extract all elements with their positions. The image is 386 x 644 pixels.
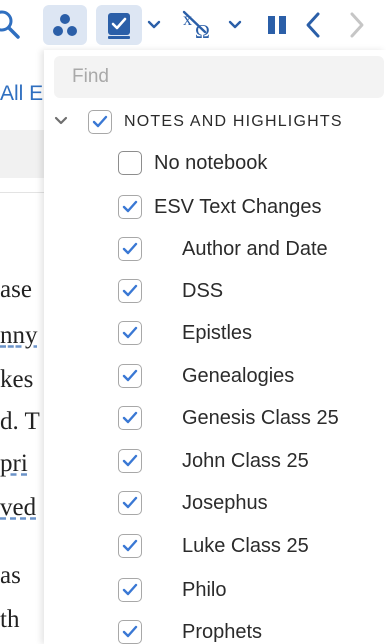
notebook-item[interactable]: Genesis Class 25: [118, 402, 339, 434]
document-line: pri: [0, 450, 28, 477]
notebook-item[interactable]: DSS: [118, 275, 223, 307]
notebook-checkbox[interactable]: [118, 364, 142, 388]
notebook-item[interactable]: John Class 25: [118, 445, 309, 477]
visual-filters-icon[interactable]: [43, 5, 87, 45]
notebook-checkbox[interactable]: [118, 534, 142, 558]
interlinear-icon[interactable]: x Ω: [180, 6, 218, 44]
notes-highlights-icon[interactable]: [96, 5, 142, 45]
notebook-label: ESV Text Changes: [154, 195, 322, 218]
notebook-label: John Class 25: [182, 449, 309, 472]
chevron-down-icon[interactable]: [225, 14, 245, 36]
notebook-checkbox[interactable]: [118, 578, 142, 602]
notebook-item[interactable]: Josephus: [118, 487, 268, 519]
notebook-label: Philo: [182, 578, 227, 601]
search-icon[interactable]: [0, 8, 30, 42]
notebook-label: Prophets: [182, 620, 263, 643]
notebook-checkbox[interactable]: [118, 151, 142, 175]
chevron-down-icon[interactable]: [144, 14, 164, 36]
notebook-item[interactable]: Luke Class 25: [118, 530, 309, 562]
pause-icon[interactable]: [262, 10, 292, 40]
notebook-item[interactable]: Prophets: [118, 616, 262, 644]
notebook-checkbox[interactable]: [118, 406, 142, 430]
notebook-item[interactable]: ESV Text Changes: [118, 191, 322, 223]
document-line: d. T: [0, 408, 40, 435]
document-line: nny: [0, 322, 38, 349]
group-checkbox[interactable]: [88, 110, 112, 134]
notebook-label: Genesis Class 25: [182, 406, 339, 429]
notebook-checkbox[interactable]: [118, 491, 142, 515]
notebook-label: Author and Date: [182, 237, 328, 260]
notebook-item[interactable]: Genealogies: [118, 360, 294, 392]
notebook-label: Genealogies: [182, 364, 295, 387]
document-line: th: [0, 606, 20, 633]
notebook-label: DSS: [182, 279, 224, 302]
document-line: as: [0, 562, 21, 589]
notebook-checkbox[interactable]: [118, 449, 142, 473]
notebook-item[interactable]: No notebook: [118, 147, 267, 179]
notebook-label: No notebook: [154, 151, 268, 174]
notebook-checkbox[interactable]: [118, 195, 142, 219]
notebook-item[interactable]: Epistles: [118, 317, 252, 349]
group-notes-and-highlights[interactable]: NOTES AND HIGHLIGHTS: [88, 106, 343, 138]
collapse-chevron-icon[interactable]: [52, 112, 70, 130]
notebook-checkbox[interactable]: [118, 620, 142, 644]
document-line: kes: [0, 366, 34, 393]
find-box: [54, 56, 384, 98]
notebook-checkbox[interactable]: [118, 321, 142, 345]
notebook-label: Epistles: [182, 321, 253, 344]
notebook-item[interactable]: Author and Date: [118, 233, 328, 265]
forward-icon[interactable]: [342, 8, 372, 42]
back-icon[interactable]: [298, 8, 328, 42]
notebook-checkbox[interactable]: [118, 237, 142, 261]
toolbar: x Ω: [0, 0, 386, 50]
document-line: ved: [0, 494, 37, 521]
all-link[interactable]: All E: [0, 82, 43, 106]
group-label: NOTES AND HIGHLIGHTS: [124, 113, 343, 130]
notebook-label: Josephus: [182, 491, 268, 514]
document-line: ase: [0, 276, 32, 303]
notebook-checkbox[interactable]: [118, 279, 142, 303]
notebook-label: Luke Class 25: [182, 534, 309, 557]
notes-highlights-dropdown: NOTES AND HIGHLIGHTS No notebook ESV Tex…: [44, 50, 386, 644]
notebook-item[interactable]: Philo: [118, 574, 226, 606]
find-input[interactable]: [72, 66, 384, 88]
